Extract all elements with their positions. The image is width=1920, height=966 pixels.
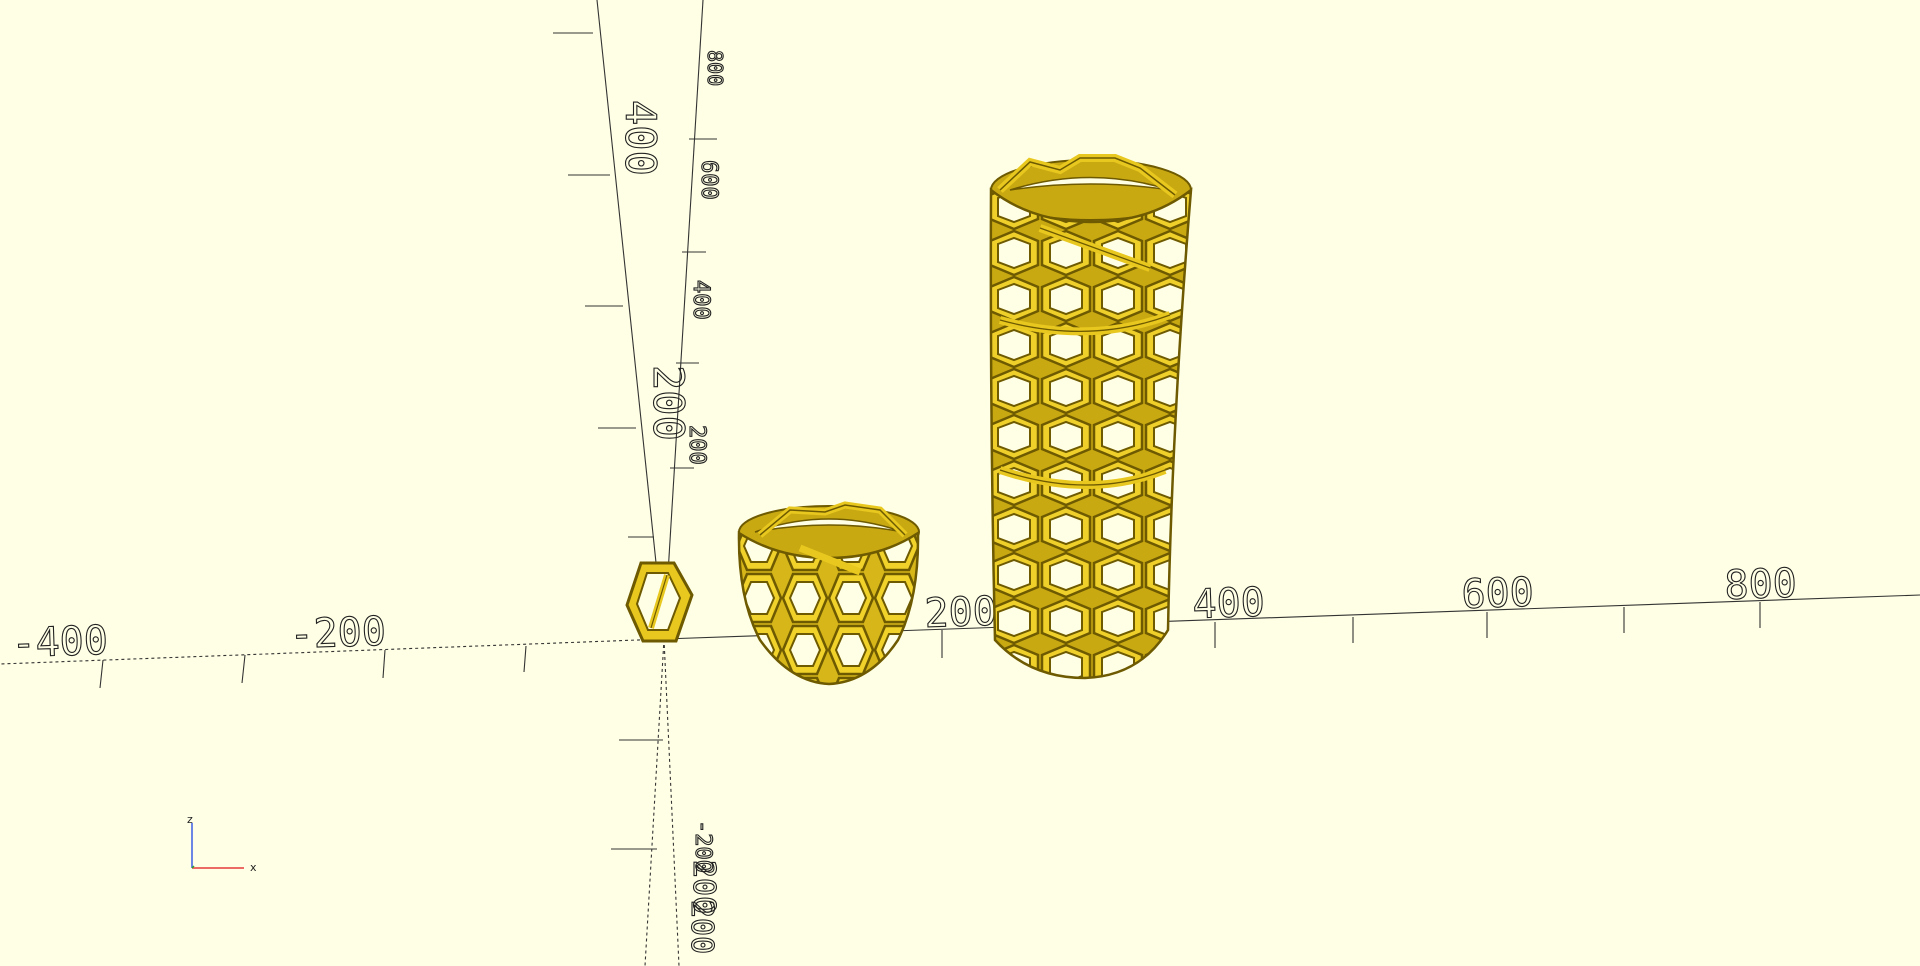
- z-label-600: 600: [696, 160, 721, 200]
- gizmo-x-label: x: [250, 861, 257, 874]
- x-tick: [523, 645, 527, 673]
- x-label-400: 400: [1192, 580, 1266, 628]
- z-far-label-200: 200: [644, 365, 693, 441]
- x-label-200: 200: [924, 589, 998, 637]
- z-far-label-400: 400: [616, 100, 665, 176]
- gizmo-z-label: z: [187, 813, 193, 826]
- z-label-400: 400: [688, 280, 713, 320]
- axis-gizmo: z x: [187, 813, 257, 874]
- y-axis-negative-a: [644, 638, 665, 966]
- y-label-200-b: 200: [684, 900, 719, 954]
- axes: [0, 0, 1920, 966]
- y-axis-negative-b: [663, 638, 680, 966]
- z-label-800: 800: [703, 50, 727, 86]
- x-label-600: 600: [1461, 570, 1535, 618]
- x-label-800: 800: [1724, 561, 1798, 609]
- medium-lattice-ring[interactable]: [737, 501, 920, 686]
- scene-canvas[interactable]: 200 400 600 800 -200 -400 800 600 400 20…: [0, 0, 1920, 966]
- x-tick: [241, 654, 246, 684]
- small-hex-ring[interactable]: [625, 561, 694, 643]
- x-label-neg-400: -400: [11, 618, 109, 667]
- 3d-viewport[interactable]: 200 400 600 800 -200 -400 800 600 400 20…: [0, 0, 1920, 966]
- tall-lattice-tube[interactable]: [989, 154, 1193, 680]
- x-tick: [99, 659, 104, 689]
- z-axis-far: [596, 0, 665, 640]
- x-label-neg-200: -200: [289, 609, 387, 658]
- axis-labels: 200 400 600 800 -200 -400 800 600 400 20…: [10, 49, 1798, 954]
